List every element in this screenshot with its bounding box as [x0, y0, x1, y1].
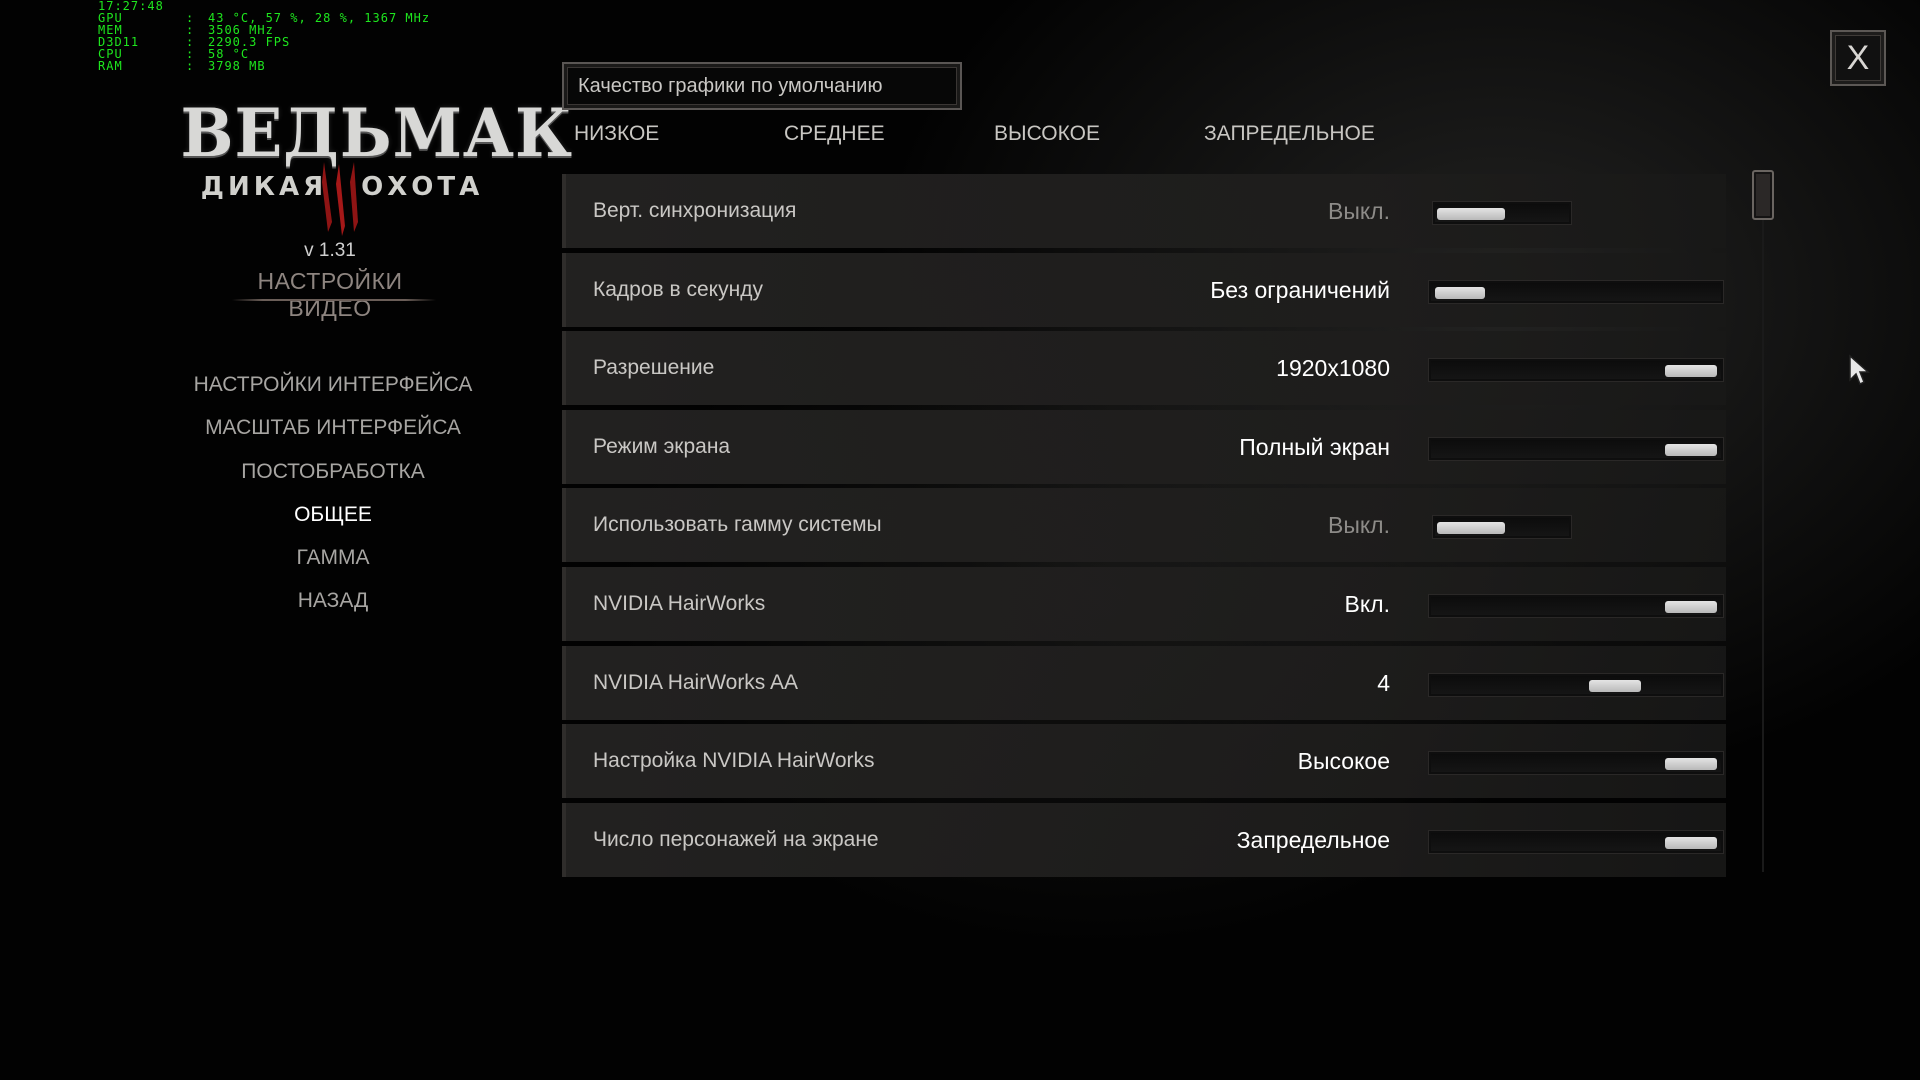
- logo-subtitle-left: ДИКАЯ: [200, 172, 328, 202]
- setting-label: Режим экрана: [593, 434, 731, 458]
- hud-value: 3798 MB: [208, 59, 266, 73]
- setting-row[interactable]: Режим экрана Полный экран: [562, 409, 1726, 484]
- video-settings-screen: 17:27:48 GPU:43 °C, 57 %, 28 %, 1367 MHz M…: [0, 0, 1920, 1080]
- hud-key: RAM: [98, 59, 123, 73]
- slider-knob[interactable]: [1665, 365, 1717, 378]
- setting-value: Полный экран: [1239, 433, 1390, 460]
- setting-value: Запредельное: [1236, 826, 1390, 853]
- slider-knob[interactable]: [1435, 286, 1485, 299]
- slider-knob[interactable]: [1437, 208, 1505, 220]
- logo-title: ВЕДЬМАК: [180, 94, 573, 172]
- setting-label: Кадров в секунду: [593, 277, 763, 301]
- scrollbar-track[interactable]: [1762, 176, 1764, 872]
- hud-row: D3D11:2290.3 FPS: [98, 36, 430, 48]
- menu-item-interface-settings[interactable]: НАСТРОЙКИ ИНТЕРФЕЙСА: [180, 370, 486, 413]
- menu-item-postprocessing[interactable]: ПОСТОБРАБОТКА: [180, 457, 486, 500]
- menu-item-interface-scale[interactable]: МАСШТАБ ИНТЕРФЕЙСА: [180, 413, 486, 456]
- game-logo: ВЕДЬМАК ДИКАЯ ОХОТА: [172, 94, 573, 238]
- setting-slider[interactable]: [1428, 593, 1724, 618]
- setting-label: Число персонажей на экране: [593, 827, 879, 851]
- setting-label: Настройка NVIDIA HairWorks: [593, 749, 875, 773]
- setting-value: Без ограничений: [1210, 276, 1390, 303]
- slider-knob[interactable]: [1665, 443, 1717, 456]
- slider-knob[interactable]: [1589, 679, 1642, 692]
- settings-list: Верт. синхронизация Выкл. Кадров в секунду…: [562, 174, 1726, 881]
- setting-slider[interactable]: [1428, 751, 1724, 776]
- setting-row[interactable]: Кадров в секунду Без ограничений: [562, 252, 1726, 327]
- setting-label: Разрешение: [593, 356, 715, 380]
- hud-separator: :: [186, 59, 195, 73]
- slider-knob[interactable]: [1665, 600, 1717, 613]
- setting-value: Высокое: [1297, 748, 1390, 775]
- logo-subtitle-right: ОХОТА: [361, 172, 484, 202]
- slider-knob[interactable]: [1665, 758, 1717, 771]
- section-title: НАСТРОЙКИ ВИДЕО: [257, 268, 403, 321]
- section-title-underline: [232, 299, 436, 301]
- setting-value: 1920x1080: [1276, 355, 1390, 382]
- preset-tab-high[interactable]: ВЫСОКОЕ: [994, 122, 1100, 146]
- performance-overlay: 17:27:48 GPU:43 °C, 57 %, 28 %, 1367 MHz M…: [98, 0, 430, 72]
- slider-knob[interactable]: [1437, 522, 1505, 535]
- preset-tab-low[interactable]: НИЗКОЕ: [574, 122, 659, 146]
- preset-tab-ultra[interactable]: ЗАПРЕДЕЛЬНОЕ: [1204, 122, 1375, 146]
- menu-item-general[interactable]: ОБЩЕЕ: [180, 500, 486, 543]
- preset-tab-medium[interactable]: СРЕДНЕЕ: [784, 122, 885, 146]
- claw-mark-icon: [322, 162, 358, 236]
- hud-row: RAM:3798 MB: [98, 60, 430, 72]
- setting-slider[interactable]: [1432, 201, 1572, 225]
- setting-slider[interactable]: [1428, 358, 1724, 383]
- setting-row[interactable]: NVIDIA HairWorks AA 4: [562, 645, 1726, 720]
- setting-row[interactable]: Настройка NVIDIA HairWorks Высокое: [562, 724, 1726, 799]
- setting-value: Выкл.: [1327, 198, 1390, 224]
- slider-knob[interactable]: [1665, 836, 1717, 849]
- setting-row[interactable]: Разрешение 1920x1080: [562, 331, 1726, 406]
- setting-label: NVIDIA HairWorks AA: [593, 670, 798, 694]
- setting-label: NVIDIA HairWorks: [593, 591, 766, 615]
- scrollbar-thumb[interactable]: [1752, 170, 1774, 220]
- settings-menu: НАСТРОЙКИ ИНТЕРФЕЙСА МАСШТАБ ИНТЕРФЕЙСА …: [180, 370, 486, 630]
- menu-item-gamma[interactable]: ГАММА: [180, 543, 486, 586]
- menu-item-back[interactable]: НАЗАД: [180, 586, 486, 629]
- setting-slider[interactable]: [1428, 829, 1724, 854]
- setting-row[interactable]: Число персонажей на экране Запредельное: [562, 802, 1726, 877]
- graphics-preset-field[interactable]: Качество графики по умолчанию: [562, 62, 962, 110]
- mouse-cursor-icon: [1849, 354, 1870, 386]
- setting-slider[interactable]: [1428, 672, 1724, 697]
- setting-row[interactable]: NVIDIA HairWorks Вкл.: [562, 566, 1726, 641]
- setting-slider[interactable]: [1428, 436, 1724, 461]
- version-label: v 1.31: [304, 240, 356, 261]
- setting-value: 4: [1377, 669, 1390, 696]
- setting-row[interactable]: Верт. синхронизация Выкл.: [562, 174, 1726, 248]
- setting-row[interactable]: Использовать гамму системы Выкл.: [562, 488, 1726, 563]
- setting-label: Использовать гамму системы: [593, 513, 882, 537]
- setting-value: Выкл.: [1327, 512, 1390, 539]
- close-button[interactable]: X: [1830, 30, 1886, 86]
- setting-label: Верт. синхронизация: [593, 199, 797, 222]
- setting-slider[interactable]: [1428, 279, 1724, 304]
- logo-subtitle: ДИКАЯ ОХОТА: [172, 162, 512, 236]
- setting-value: Вкл.: [1344, 590, 1390, 617]
- setting-slider[interactable]: [1432, 515, 1572, 540]
